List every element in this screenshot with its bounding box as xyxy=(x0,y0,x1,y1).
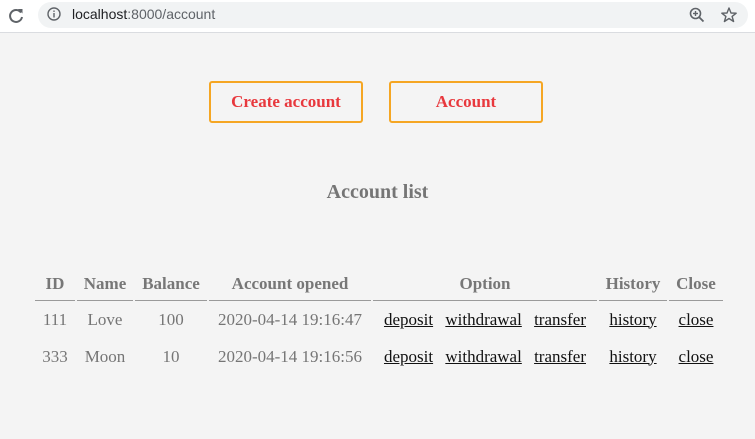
table-header-row: ID Name Balance Account opened Option Hi… xyxy=(35,268,723,301)
header-name: Name xyxy=(77,268,133,301)
cell-id: 333 xyxy=(42,346,68,366)
page-title: Account list xyxy=(326,181,429,203)
url-path: :8000/account xyxy=(127,6,216,22)
cell-options: deposit withdrawal transfer xyxy=(373,301,597,338)
table-row: 111 Love 100 2020-04-14 19:16:47 deposit… xyxy=(35,301,723,338)
deposit-link[interactable]: deposit xyxy=(384,310,433,329)
info-icon[interactable] xyxy=(47,7,61,21)
transfer-link[interactable]: transfer xyxy=(534,310,586,329)
cell-id: 111 xyxy=(42,309,68,329)
cell-options: deposit withdrawal transfer xyxy=(373,338,597,375)
header-close: Close xyxy=(669,268,723,301)
address-bar[interactable]: localhost:8000/account xyxy=(38,2,748,28)
cell-balance: 10 xyxy=(162,346,180,366)
account-table: ID Name Balance Account opened Option Hi… xyxy=(33,268,725,375)
zoom-icon[interactable] xyxy=(688,6,706,24)
cell-history: history xyxy=(599,338,667,375)
transfer-link[interactable]: transfer xyxy=(534,347,586,366)
cell-history: history xyxy=(599,301,667,338)
cell-balance: 100 xyxy=(158,309,184,329)
withdrawal-link[interactable]: withdrawal xyxy=(445,310,521,329)
url-text[interactable]: localhost:8000/account xyxy=(72,6,215,22)
cell-close: close xyxy=(669,338,723,375)
header-account-opened: Account opened xyxy=(209,268,371,301)
cell-name: Love xyxy=(87,309,123,329)
header-balance: Balance xyxy=(135,268,207,301)
header-option: Option xyxy=(373,268,597,301)
header-history: History xyxy=(599,268,667,301)
cell-name: Moon xyxy=(84,346,126,366)
history-link[interactable]: history xyxy=(609,347,656,366)
cell-close: close xyxy=(669,301,723,338)
history-link[interactable]: history xyxy=(609,310,656,329)
account-button[interactable]: Account xyxy=(389,81,543,123)
create-account-button[interactable]: Create account xyxy=(209,81,363,123)
reload-icon[interactable] xyxy=(6,6,26,26)
close-link[interactable]: close xyxy=(679,347,714,366)
deposit-link[interactable]: deposit xyxy=(384,347,433,366)
url-host: localhost xyxy=(72,6,128,22)
close-link[interactable]: close xyxy=(679,310,714,329)
withdrawal-link[interactable]: withdrawal xyxy=(445,347,521,366)
header-id: ID xyxy=(35,268,75,301)
cell-opened: 2020-04-14 19:16:56 xyxy=(217,346,363,366)
star-icon[interactable] xyxy=(720,6,738,24)
cell-opened: 2020-04-14 19:16:47 xyxy=(217,309,363,329)
table-row: 333 Moon 10 2020-04-14 19:16:56 deposit … xyxy=(35,338,723,375)
browser-toolbar: localhost:8000/account xyxy=(0,0,755,33)
